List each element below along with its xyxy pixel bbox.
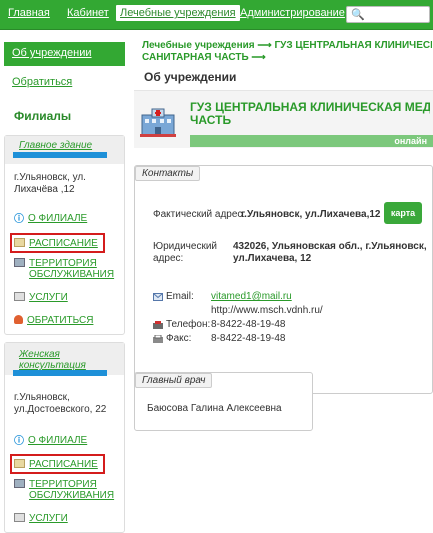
territory-icon (14, 479, 25, 488)
branch-schedule-link[interactable]: РАСПИСАНИЕ (14, 459, 98, 470)
legal-address-label: Юридический адрес: (153, 241, 217, 264)
branch-territory-link[interactable]: ТЕРРИТОРИЯ ОБСЛУЖИВАНИЯ (14, 479, 114, 501)
website-text[interactable]: http://www.msch.vdnh.ru/ (211, 305, 323, 317)
email-label: Email: (166, 291, 194, 302)
top-navigation-bar: Главная Кабинет Лечебные учреждения Адми… (0, 0, 433, 30)
phone-value: 8-8422-48-19-48 (211, 319, 286, 330)
chief-doctor-name: Баюсова Галина Алексеевна (147, 403, 282, 414)
contacts-label: Контакты (135, 166, 201, 181)
org-name: ГУЗ ЦЕНТРАЛЬНАЯ КЛИНИЧЕСКАЯ МЕДИК ЧАСТЬ (190, 101, 430, 127)
branch-services-link[interactable]: УСЛУГИ (14, 292, 68, 303)
branch-address: г.Ульяновск, ул.Достоевского, 22 (14, 392, 107, 415)
map-button[interactable]: карта (384, 202, 422, 224)
main-content: Лечебные учреждения ⟶ ГУЗ ЦЕНТРАЛЬНАЯ КЛ… (134, 32, 433, 533)
chief-doctor-label: Главный врач (135, 373, 213, 388)
branches-heading: Филиалы (14, 109, 72, 123)
fax-icon (153, 335, 163, 343)
services-icon (14, 513, 25, 522)
branch-name-link[interactable]: Главное здание (5, 136, 124, 164)
branch-about-link[interactable]: ⓘ О ФИЛИАЛЕ (14, 213, 87, 225)
blue-marker (13, 370, 107, 376)
email-link[interactable]: vitamed1@mail.ru (211, 291, 292, 303)
search-input[interactable]: 🔍 (346, 6, 430, 23)
schedule-icon (14, 238, 25, 247)
legal-address-value: 432026, Ульяновская обл., г.Ульяновск, у… (233, 241, 427, 264)
info-icon: ⓘ (14, 436, 24, 447)
schedule-icon (14, 459, 25, 468)
nav-home[interactable]: Главная (8, 7, 50, 19)
chief-doctor-box: Главный врач Баюсова Галина Алексеевна (134, 372, 313, 431)
actual-address-value: г.Ульяновск, ул.Лихачева,12 (241, 209, 381, 220)
nav-cabinet[interactable]: Кабинет (67, 7, 109, 19)
nav-administration[interactable]: Администрирование (240, 7, 345, 19)
nav-medical-institutions[interactable]: Лечебные учреждения (116, 5, 240, 21)
phone-icon (153, 321, 163, 329)
blue-marker (13, 152, 107, 158)
branch-schedule-link[interactable]: РАСПИСАНИЕ (14, 238, 98, 249)
page-title: Об учреждении (144, 70, 237, 84)
branch-about-link[interactable]: ⓘ О ФИЛИАЛЕ (14, 435, 87, 447)
branch-territory-link[interactable]: ТЕРРИТОРИЯ ОБСЛУЖИВАНИЯ (14, 258, 114, 280)
online-status-badge: онлайн (190, 135, 433, 147)
branch-services-link[interactable]: УСЛУГИ (14, 513, 68, 524)
fax-label: Факс: (166, 333, 192, 344)
info-icon: ⓘ (14, 214, 24, 225)
hospital-building-icon (140, 108, 176, 137)
sidebar-contact-link[interactable]: Обратиться (12, 76, 72, 88)
phone-label: Телефон: (166, 319, 211, 330)
actual-address-label: Фактический адрес: (153, 209, 246, 220)
sidebar-about-tab[interactable]: Об учреждении (4, 42, 125, 66)
person-icon (14, 315, 23, 324)
email-icon (153, 293, 163, 301)
contacts-box: Контакты Фактический адрес: г.Ульяновск,… (134, 165, 433, 394)
territory-icon (14, 258, 25, 267)
search-icon: 🔍 (351, 9, 365, 21)
breadcrumb[interactable]: Лечебные учреждения ⟶ ГУЗ ЦЕНТРАЛЬНАЯ КЛ… (142, 40, 432, 64)
fax-value: 8-8422-48-19-48 (211, 333, 286, 344)
services-icon (14, 292, 25, 301)
branch-address: г.Ульяновск, ул. Лихачёва ,12 (14, 172, 86, 195)
org-header: ГУЗ ЦЕНТРАЛЬНАЯ КЛИНИЧЕСКАЯ МЕДИК ЧАСТЬ … (134, 90, 433, 148)
branch-contact-link[interactable]: ОБРАТИТЬСЯ (14, 315, 93, 326)
